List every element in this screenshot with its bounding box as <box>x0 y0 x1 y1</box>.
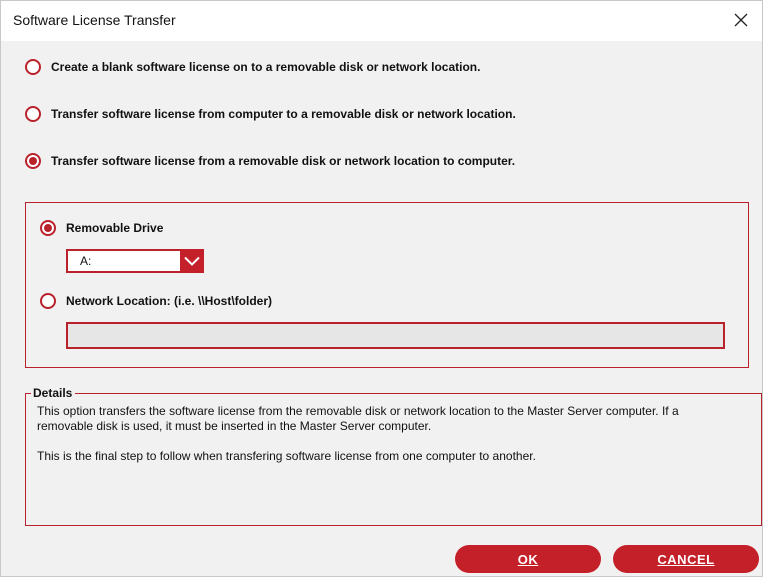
drive-select[interactable]: A: <box>66 249 204 273</box>
option-transfer-to-computer[interactable]: Transfer software license from a removab… <box>25 153 515 169</box>
option-create-blank-radio[interactable] <box>25 59 41 75</box>
option-transfer-to-disk-label: Transfer software license from computer … <box>51 107 516 121</box>
close-icon <box>734 13 748 27</box>
details-paragraph-1: This option transfers the software licen… <box>37 404 679 433</box>
option-transfer-to-disk[interactable]: Transfer software license from computer … <box>25 106 516 122</box>
option-create-blank[interactable]: Create a blank software license on to a … <box>25 59 480 75</box>
title-bar: Software License Transfer <box>1 1 762 41</box>
option-transfer-to-computer-label: Transfer software license from a removab… <box>51 154 516 168</box>
details-title: Details <box>31 386 76 400</box>
details-text: This option transfers the software licen… <box>37 404 737 479</box>
option-create-blank-label: Create a blank software license on to a … <box>51 60 481 74</box>
option-transfer-to-computer-radio[interactable] <box>25 153 41 169</box>
cancel-button[interactable]: CANCEL <box>613 545 759 573</box>
network-location-input[interactable] <box>66 322 725 349</box>
drive-select-value: A: <box>80 254 92 268</box>
drive-select-toggle[interactable] <box>180 249 204 273</box>
removable-drive-label: Removable Drive <box>66 221 164 235</box>
details-paragraph-2: This is the final step to follow when tr… <box>37 449 536 463</box>
network-location-label: Network Location: (i.e. \\Host\folder) <box>66 294 273 308</box>
close-button[interactable] <box>728 7 754 33</box>
window-title: Software License Transfer <box>13 12 176 28</box>
removable-drive-radio[interactable] <box>40 220 56 236</box>
dialog-window: Software License Transfer Create a blank… <box>0 0 763 577</box>
removable-drive-option[interactable]: Removable Drive <box>40 220 163 236</box>
network-location-radio[interactable] <box>40 293 56 309</box>
chevron-down-icon <box>184 256 200 266</box>
option-transfer-to-disk-radio[interactable] <box>25 106 41 122</box>
ok-button[interactable]: OK <box>455 545 601 573</box>
network-location-option[interactable]: Network Location: (i.e. \\Host\folder) <box>40 293 272 309</box>
